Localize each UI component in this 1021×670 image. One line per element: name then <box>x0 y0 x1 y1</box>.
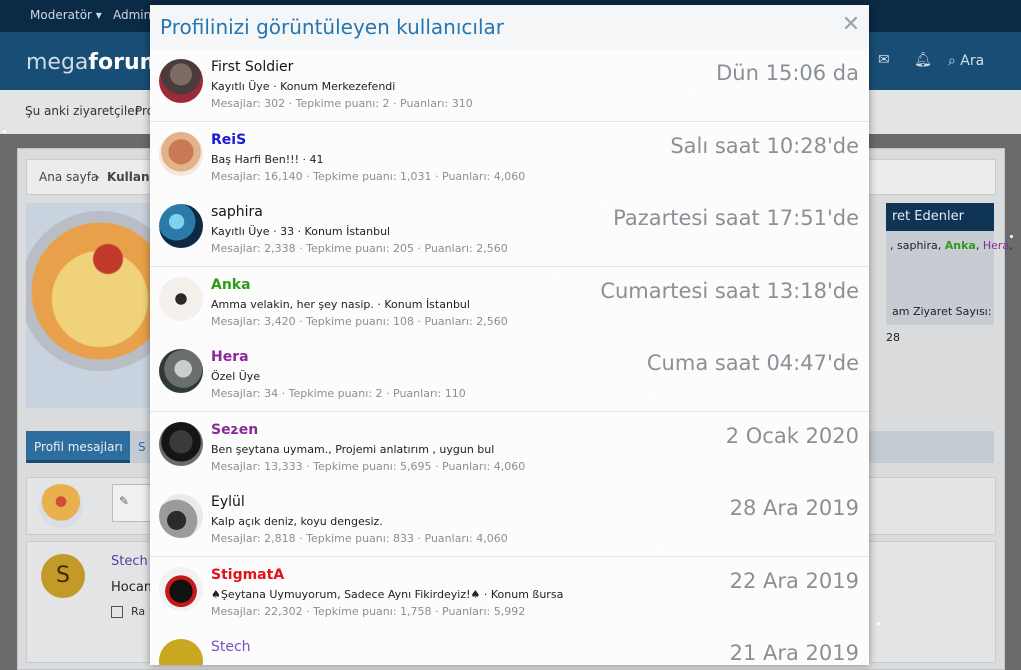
user-name[interactable]: ReiS <box>211 132 246 148</box>
user-stats: Mesajlar: 2,338 · Tepkime puanı: 205 · P… <box>211 242 508 255</box>
list-item: saphira Kayıtlı Üye · 33 · Konum İstanbu… <box>150 194 869 267</box>
avatar[interactable] <box>159 132 203 176</box>
recent-visitors-box: ret Edenler , saphira, Anka, Hera, <box>886 203 1013 303</box>
avatar[interactable] <box>159 567 203 611</box>
user-title: Özel Üye <box>211 370 261 383</box>
user-stats: Mesajlar: 13,333 · Tepkime puanı: 5,695 … <box>211 460 526 473</box>
snow-dot <box>373 478 376 481</box>
view-time: Pazartesi saat 17:51'de <box>613 206 859 230</box>
tab-profile-messages[interactable]: Profil mesajları <box>26 431 130 463</box>
list-item: ReiS Baş Harfi Ben!!! · 41 Mesajlar: 16,… <box>150 122 869 195</box>
user-stats: Mesajlar: 34 · Tepkime puanı: 2 · Puanla… <box>211 387 466 400</box>
own-avatar <box>39 484 83 528</box>
avatar[interactable] <box>159 422 203 466</box>
user-title: Amma velakin, her şey nasip. · Konum İst… <box>211 298 470 311</box>
site-logo[interactable]: megaforum <box>26 50 163 75</box>
total-visit-count: am Ziyaret Sayısı: 28 <box>886 299 994 344</box>
select-checkbox[interactable] <box>111 606 123 618</box>
moderator-menu[interactable]: Moderatör ▾ <box>30 8 102 22</box>
pencil-icon: ✎ <box>119 494 130 508</box>
snow-dot <box>310 575 313 578</box>
snow-dot <box>605 205 608 208</box>
list-item: StigmatA ♠Şeytana Uymuyorum, Sadece Aynı… <box>150 557 869 630</box>
recent-visitors-title: ret Edenler <box>886 203 994 231</box>
list-item: Eylül Kalp açık deniz, koyu dengesiz. Me… <box>150 484 869 557</box>
user-title: ♠Şeytana Uymuyorum, Sadece Aynı Fikirdey… <box>211 588 564 601</box>
user-name[interactable]: Stech <box>211 639 251 655</box>
user-title: Kayıtlı Üye · Konum Merkezefendi <box>211 80 396 93</box>
avatar[interactable] <box>159 204 203 248</box>
user-title: Kayıtlı Üye · 33 · Konum İstanbul <box>211 225 391 238</box>
list-item: Hera Özel Üye Mesajlar: 34 · Tepkime pua… <box>150 339 869 412</box>
view-time: 2 Ocak 2020 <box>725 424 859 448</box>
user-stats: Mesajlar: 3,420 · Tepkime puanı: 108 · P… <box>211 315 508 328</box>
breadcrumb-separator: › <box>95 170 100 184</box>
list-item: Sezen Ben şeytana uymam., Projemi anlatı… <box>150 412 869 485</box>
modal-title: Profilinizi görüntüleyen kullanıcılar <box>160 15 504 39</box>
view-time: 22 Ara 2019 <box>729 569 859 593</box>
mail-icon[interactable]: ✉ <box>878 52 890 68</box>
profile-avatar-area <box>26 203 156 408</box>
breadcrumb-home[interactable]: Ana sayfa <box>39 170 98 184</box>
user-title: Kalp açık deniz, koyu dengesiz. <box>211 515 383 528</box>
message-option: Ra <box>131 605 146 618</box>
snow-dot <box>660 546 663 549</box>
user-stats: Mesajlar: 302 · Tepkime puanı: 2 · Puanl… <box>211 97 473 110</box>
view-time: 28 Ara 2019 <box>729 496 859 520</box>
modal-header: Profilinizi görüntüleyen kullanıcılar ✕ <box>150 5 869 50</box>
snow-dot <box>1010 235 1013 238</box>
bell-icon[interactable]: 🔔︎ <box>914 52 932 68</box>
user-stats: Mesajlar: 16,140 · Tepkime puanı: 1,031 … <box>211 170 526 183</box>
search-button[interactable]: ⌕ Ara <box>948 53 984 69</box>
avatar[interactable] <box>159 639 203 665</box>
visitor-link[interactable]: Hera <box>983 239 1009 252</box>
visitor-link[interactable]: Anka <box>945 239 976 252</box>
tab-second[interactable]: S <box>138 440 146 454</box>
user-stats: Mesajlar: 2,818 · Tepkime puanı: 833 · P… <box>211 532 508 545</box>
profile-viewers-modal: Profilinizi görüntüleyen kullanıcılar ✕ … <box>150 5 869 665</box>
snow-dot <box>3 130 6 133</box>
user-name[interactable]: Anka <box>211 277 251 293</box>
admin-menu[interactable]: Admin <box>113 8 151 22</box>
user-name[interactable]: saphira <box>211 204 263 220</box>
close-icon[interactable]: ✕ <box>841 13 861 37</box>
current-visitors-link[interactable]: Şu anki ziyaretçiler <box>25 104 140 118</box>
view-time: 21 Ara 2019 <box>729 641 859 665</box>
snow-dot <box>770 642 773 645</box>
snow-dot <box>692 90 695 93</box>
view-time: Cuma saat 04:47'de <box>646 351 859 375</box>
avatar[interactable] <box>159 494 203 538</box>
snow-dot <box>555 275 558 278</box>
user-name[interactable]: StigmatA <box>211 567 284 583</box>
snow-dot <box>236 425 239 428</box>
user-title: Baş Harfi Ben!!! · 41 <box>211 153 324 166</box>
snow-dot <box>648 393 651 396</box>
view-time: Salı saat 10:28'de <box>670 134 859 158</box>
list-item: First Soldier Kayıtlı Üye · Konum Merkez… <box>150 49 869 122</box>
list-item: Anka Amma velakin, her şey nasip. · Konu… <box>150 267 869 340</box>
search-icon: ⌕ <box>948 53 956 69</box>
snow-dot <box>877 622 880 625</box>
list-item: Stech 21 Ara 2019 <box>150 629 869 665</box>
snow-dot <box>487 615 490 618</box>
avatar[interactable]: S <box>41 554 85 598</box>
avatar[interactable] <box>159 59 203 103</box>
avatar[interactable] <box>159 349 203 393</box>
message-author[interactable]: Stech <box>111 554 148 569</box>
user-name[interactable]: Eylül <box>211 494 245 510</box>
view-time: Cumartesi saat 13:18'de <box>600 279 859 303</box>
profile-post-input[interactable]: ✎ <box>112 484 154 522</box>
recent-visitors-list: , saphira, Anka, Hera, <box>890 239 1013 252</box>
user-stats: Mesajlar: 22,302 · Tepkime puanı: 1,758 … <box>211 605 526 618</box>
snow-dot <box>383 255 386 258</box>
user-name[interactable]: Hera <box>211 349 249 365</box>
user-name[interactable]: First Soldier <box>211 59 293 75</box>
user-name[interactable]: Sezen <box>211 422 258 438</box>
view-time: Dün 15:06 da <box>716 61 859 85</box>
profile-avatar[interactable] <box>26 211 156 371</box>
user-title: Ben şeytana uymam., Projemi anlatırım , … <box>211 443 495 456</box>
visitor-link[interactable]: saphira <box>897 239 938 252</box>
avatar[interactable] <box>159 277 203 321</box>
